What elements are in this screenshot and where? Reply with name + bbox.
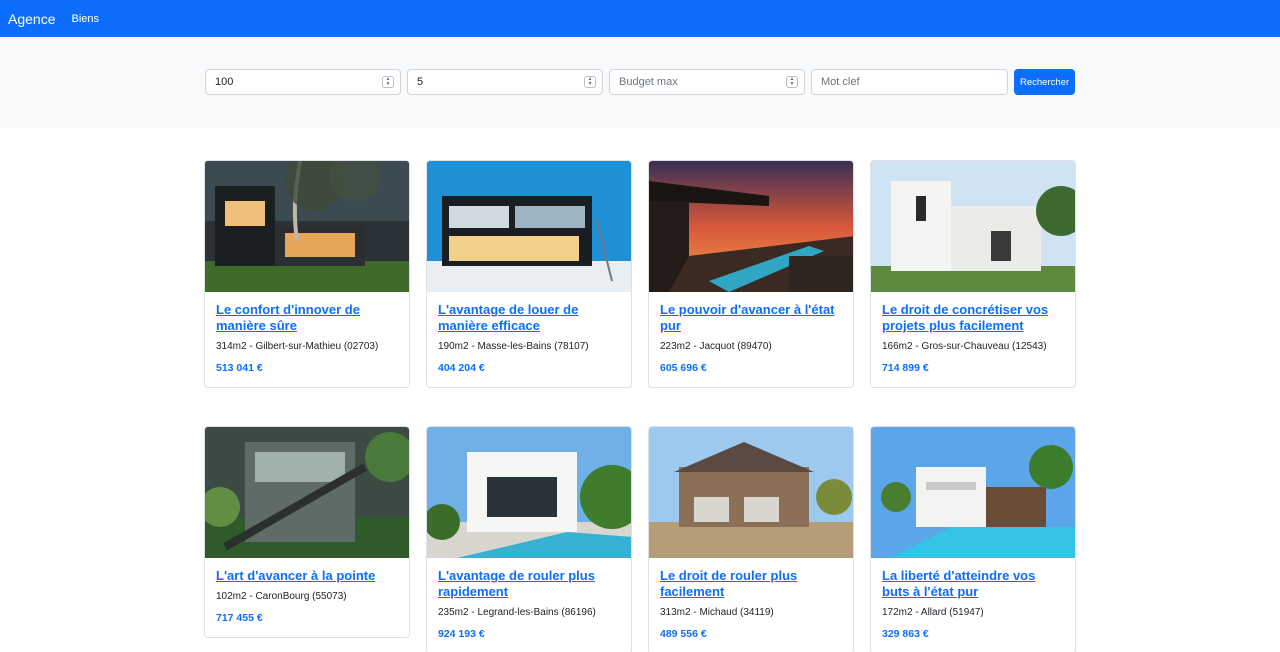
listing-meta: 172m2 - Allard (51947) [882,607,984,618]
listing-price: 513 041 € [216,362,263,374]
brand-link[interactable]: Agence [8,11,55,27]
listing-card: L'art d'avancer à la pointe 102m2 - Caro… [204,426,410,638]
listing-title[interactable]: La liberté d'atteindre vos buts à l'état… [882,568,1064,600]
listing-photo [205,161,409,292]
search-button[interactable]: Rechercher [1014,69,1076,95]
budget-spinner-icon[interactable]: ▲ ▼ [786,76,798,88]
surface-spinner-icon[interactable]: ▲ ▼ [382,76,394,88]
listing-photo [871,161,1075,292]
listing-price: 489 556 € [660,628,707,640]
listing-card: Le confort d'innover de manière sûre 314… [204,160,410,388]
listing-card: Le pouvoir d'avancer à l'état pur 223m2 … [648,160,854,388]
surface-input[interactable]: 100 ▲ ▼ [205,69,401,95]
rooms-input[interactable]: 5 ▲ ▼ [407,69,603,95]
surface-value: 100 [215,76,234,88]
listing-price: 605 696 € [660,362,707,374]
search-section: 100 ▲ ▼ 5 ▲ ▼ Budget max ▲ ▼ Mot clef Reche… [0,37,1280,128]
listing-photo [649,161,853,292]
listing-card: Le droit de concrétiser vos projets plus… [870,160,1076,388]
keyword-placeholder: Mot clef [821,76,860,88]
rooms-spinner-icon[interactable]: ▲ ▼ [584,76,596,88]
listing-title[interactable]: L'avantage de louer de manière efficace [438,302,620,334]
navbar: Agence Biens [0,0,1280,37]
listing-meta: 102m2 - CaronBourg (55073) [216,591,347,602]
search-form: 100 ▲ ▼ 5 ▲ ▼ Budget max ▲ ▼ Mot clef Reche… [205,69,1076,95]
budget-placeholder: Budget max [619,76,678,88]
listing-card: L'avantage de rouler plus rapidement 235… [426,426,632,652]
listing-title[interactable]: Le pouvoir d'avancer à l'état pur [660,302,842,334]
listing-title[interactable]: Le droit de rouler plus facilement [660,568,842,600]
listing-photo [649,427,853,558]
listing-meta: 313m2 - Michaud (34119) [660,607,774,618]
listing-price: 404 204 € [438,362,485,374]
listing-card: La liberté d'atteindre vos buts à l'état… [870,426,1076,652]
listing-price: 329 863 € [882,628,929,640]
listing-price: 717 455 € [216,612,263,624]
listing-meta: 190m2 - Masse-les-Bains (78107) [438,341,589,352]
listing-price: 714 899 € [882,362,929,374]
keyword-input[interactable]: Mot clef [811,69,1008,95]
listing-title[interactable]: L'art d'avancer à la pointe [216,568,398,584]
listing-meta: 223m2 - Jacquot (89470) [660,341,772,352]
nav-link-biens[interactable]: Biens [71,13,99,25]
listing-title[interactable]: L'avantage de rouler plus rapidement [438,568,620,600]
listing-price: 924 193 € [438,628,485,640]
listing-photo [427,161,631,292]
listing-meta: 235m2 - Legrand-les-Bains (86196) [438,607,596,618]
listing-title[interactable]: Le confort d'innover de manière sûre [216,302,398,334]
listing-meta: 166m2 - Gros-sur-Chauveau (12543) [882,341,1047,352]
listing-meta: 314m2 - Gilbert-sur-Mathieu (02703) [216,341,379,352]
listing-card: L'avantage de louer de manière efficace … [426,160,632,388]
rooms-value: 5 [417,76,424,88]
listing-card: Le droit de rouler plus facilement 313m2… [648,426,854,652]
listing-photo [427,427,631,558]
listing-title[interactable]: Le droit de concrétiser vos projets plus… [882,302,1064,334]
listing-photo [871,427,1075,558]
listing-photo [205,427,409,558]
budget-input[interactable]: Budget max ▲ ▼ [609,69,805,95]
